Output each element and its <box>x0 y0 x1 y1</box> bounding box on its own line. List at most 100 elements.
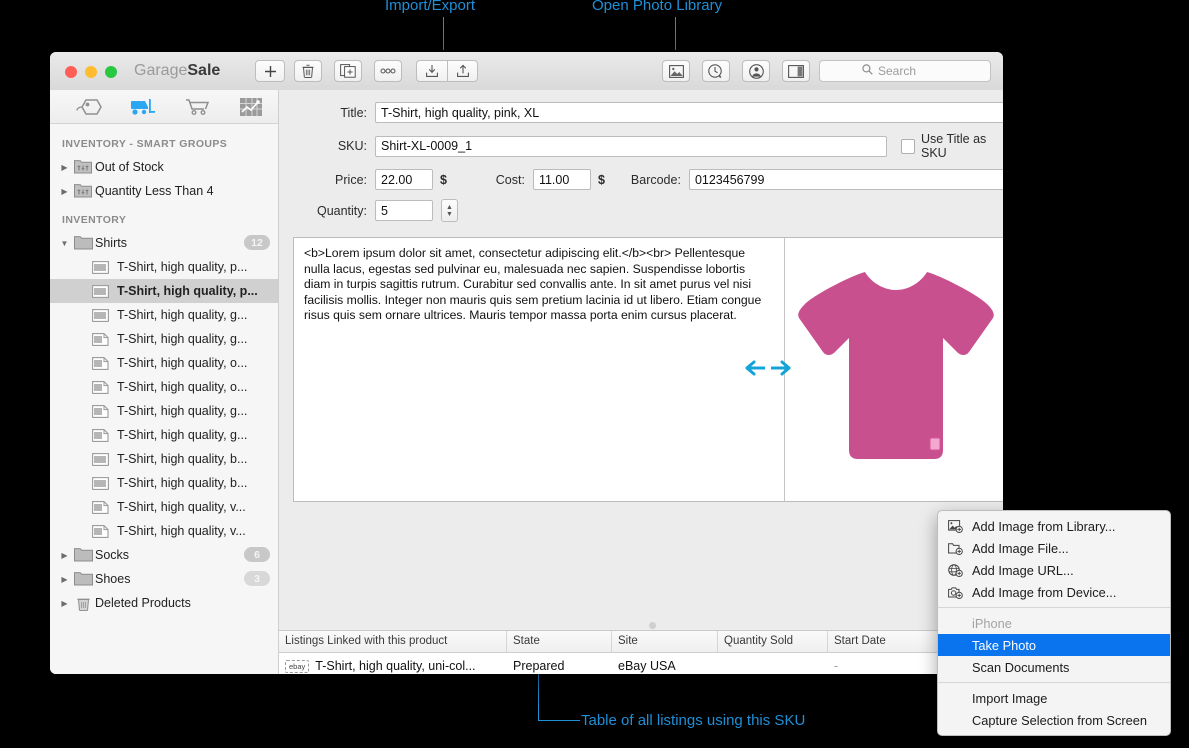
sku-input[interactable]: Shirt-XL-0009_1 <box>375 135 888 157</box>
disclosure-triangle-icon[interactable]: ▶ <box>58 187 71 196</box>
description-textarea[interactable]: <b>Lorem ipsum dolor sit amet, consectet… <box>294 238 785 501</box>
list-item-product[interactable]: T-Shirt, high quality, o... <box>50 351 278 375</box>
sidebar-item-deleted-products[interactable]: ▶ Deleted Products <box>50 591 278 615</box>
search-placeholder: Search <box>878 64 917 78</box>
window-body: INVENTORY - SMART GROUPS ▶ Out of Stock … <box>50 90 1003 674</box>
tab-listings[interactable] <box>62 90 116 123</box>
menu-item-take-photo[interactable]: Take Photo <box>938 634 1170 656</box>
list-item-product[interactable]: T-Shirt, high quality, b... <box>50 447 278 471</box>
zoom-button[interactable] <box>105 66 117 78</box>
title-input[interactable]: T-Shirt, high quality, pink, XL <box>375 102 1003 123</box>
column-header-listing[interactable]: Listings Linked with this product <box>279 631 507 652</box>
list-item-product[interactable]: T-Shirt, high quality, p... <box>50 255 278 279</box>
previous-image-arrow[interactable] <box>745 360 766 381</box>
column-header-quantity-sold[interactable]: Quantity Sold <box>718 631 828 652</box>
product-image-pane[interactable] <box>745 238 1003 501</box>
smart-folder-icon <box>71 184 95 198</box>
table-row[interactable]: ebay T-Shirt, high quality, uni-col... P… <box>279 653 1003 674</box>
close-button[interactable] <box>65 66 77 78</box>
sidebar-item-out-of-stock[interactable]: ▶ Out of Stock <box>50 155 278 179</box>
more-options-button[interactable] <box>374 60 402 82</box>
disclosure-triangle-icon[interactable]: ▼ <box>58 239 71 248</box>
sidebar-item-label: Deleted Products <box>95 596 191 610</box>
list-item-product[interactable]: T-Shirt, high quality, v... <box>50 519 278 543</box>
form-row-price-cost-barcode: Price: 22.00 $ Cost: 11.00 $ Barcode: 01… <box>279 169 1003 190</box>
menu-item-scan-documents[interactable]: Scan Documents <box>938 656 1170 678</box>
title-label: Title: <box>340 105 367 120</box>
quantity-stepper[interactable]: ▲ ▼ <box>441 199 458 222</box>
duplicate-button[interactable] <box>334 60 362 82</box>
menu-item-add-image-url[interactable]: Add Image URL... <box>938 559 1170 581</box>
app-title-bold: Sale <box>187 62 221 79</box>
image-add-icon <box>948 519 970 533</box>
list-item-label: T-Shirt, high quality, g... <box>117 428 248 442</box>
list-item-product-selected[interactable]: T-Shirt, high quality, p... <box>50 279 278 303</box>
price-input[interactable]: 22.00 <box>375 169 433 190</box>
minimize-button[interactable] <box>85 66 97 78</box>
cost-input[interactable]: 11.00 <box>532 169 591 190</box>
menu-item-add-image-file[interactable]: Add Image File... <box>938 537 1170 559</box>
photo-library-button[interactable] <box>662 60 690 82</box>
delete-button[interactable] <box>294 60 322 82</box>
annotation-open-photo-library: Open Photo Library <box>592 0 723 14</box>
barcode-icon <box>88 452 112 466</box>
menu-item-import-image[interactable]: Import Image <box>938 687 1170 709</box>
column-header-site[interactable]: Site <box>612 631 718 652</box>
stepper-down-icon[interactable]: ▼ <box>446 211 453 218</box>
sidebar-item-count: 6 <box>244 547 270 562</box>
list-item-product[interactable]: T-Shirt, high quality, g... <box>50 399 278 423</box>
column-header-state[interactable]: State <box>507 631 612 652</box>
import-button[interactable] <box>416 60 447 82</box>
barcode-icon <box>88 260 112 274</box>
export-button[interactable] <box>447 60 478 82</box>
sidebar: INVENTORY - SMART GROUPS ▶ Out of Stock … <box>50 90 279 674</box>
stepper-up-icon[interactable]: ▲ <box>446 204 453 211</box>
resize-grabber[interactable] <box>649 622 657 629</box>
disclosure-triangle-icon[interactable]: ▶ <box>58 599 71 608</box>
sidebar-item-shirts[interactable]: ▼ Shirts 12 <box>50 231 278 255</box>
search-input[interactable]: Search <box>819 60 991 82</box>
disclosure-triangle-icon[interactable]: ▶ <box>58 575 71 584</box>
cost-currency: $ <box>597 172 605 187</box>
account-button[interactable] <box>742 60 770 82</box>
duplicate-icon <box>340 64 356 78</box>
menu-item-add-image-from-library[interactable]: Add Image from Library... <box>938 515 1170 537</box>
menu-separator <box>938 607 1170 608</box>
globe-add-icon <box>948 563 970 577</box>
inspector-button[interactable] <box>782 60 810 82</box>
list-item-product[interactable]: T-Shirt, high quality, g... <box>50 327 278 351</box>
quantity-input[interactable]: 5 <box>375 200 433 221</box>
app-title-light: Garage <box>134 62 188 79</box>
product-detail-panel: Title: T-Shirt, high quality, pink, XL S… <box>279 90 1003 674</box>
list-item-product[interactable]: T-Shirt, high quality, o... <box>50 375 278 399</box>
tab-statistics[interactable] <box>224 90 278 123</box>
menu-item-add-image-from-device[interactable]: Add Image from Device... <box>938 581 1170 603</box>
annotation-leader-table-h <box>538 720 580 721</box>
list-item-product[interactable]: T-Shirt, high quality, g... <box>50 423 278 447</box>
disclosure-triangle-icon[interactable]: ▶ <box>58 163 71 172</box>
schedule-button[interactable] <box>702 60 730 82</box>
sidebar-item-shoes[interactable]: ▶ Shoes 3 <box>50 567 278 591</box>
menu-item-label: Capture Selection from Screen <box>972 712 1147 728</box>
disclosure-triangle-icon[interactable]: ▶ <box>58 551 71 560</box>
tab-inventory[interactable] <box>116 90 170 123</box>
sidebar-item-quantity-less-than-4[interactable]: ▶ Quantity Less Than 4 <box>50 179 278 203</box>
list-item-product[interactable]: T-Shirt, high quality, g... <box>50 303 278 327</box>
sidebar-item-socks[interactable]: ▶ Socks 6 <box>50 543 278 567</box>
use-title-as-sku-label: Use Title as SKU <box>920 132 987 160</box>
menu-item-label: Import Image <box>972 690 1048 706</box>
add-product-button[interactable] <box>255 60 285 82</box>
sidebar-group-smart: INVENTORY - SMART GROUPS <box>62 138 228 150</box>
menu-item-label: Scan Documents <box>972 659 1070 675</box>
linked-listings-table: Listings Linked with this product State … <box>279 622 1003 674</box>
menu-item-label: Add Image from Device... <box>972 584 1117 600</box>
use-title-as-sku-checkbox[interactable] <box>901 138 915 154</box>
menu-item-label: Take Photo <box>972 637 1037 653</box>
list-item-product[interactable]: T-Shirt, high quality, v... <box>50 495 278 519</box>
tab-orders[interactable] <box>170 90 224 123</box>
next-image-arrow[interactable] <box>770 360 791 381</box>
menu-item-capture-selection-from-screen[interactable]: Capture Selection from Screen <box>938 709 1170 731</box>
barcode-input[interactable]: 0123456799 <box>688 169 1003 190</box>
list-item-label: T-Shirt, high quality, v... <box>117 500 246 514</box>
list-item-product[interactable]: T-Shirt, high quality, b... <box>50 471 278 495</box>
